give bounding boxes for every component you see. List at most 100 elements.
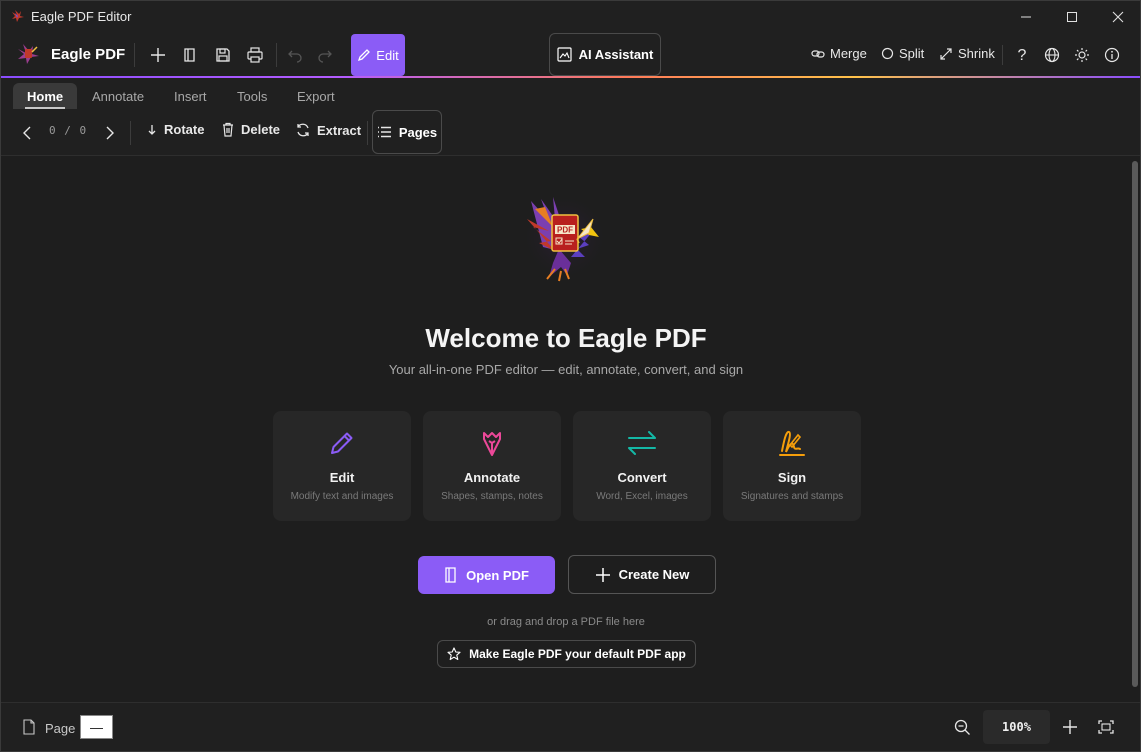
zoom-level[interactable]: 100% bbox=[983, 710, 1050, 744]
info-icon bbox=[1104, 47, 1120, 63]
page-counter: 0 / 0 bbox=[49, 124, 87, 137]
card-description: Word, Excel, images bbox=[596, 491, 688, 502]
feature-card-convert[interactable]: Convert Word, Excel, images bbox=[573, 411, 711, 521]
question-icon: ? bbox=[1017, 47, 1027, 64]
pages-panel-button[interactable]: Pages bbox=[372, 110, 442, 154]
set-default-label: Make Eagle PDF your default PDF app bbox=[469, 647, 686, 661]
card-description: Modify text and images bbox=[290, 491, 394, 502]
new-document-button[interactable] bbox=[145, 43, 171, 67]
edit-mode-button[interactable]: Edit bbox=[351, 34, 405, 76]
language-button[interactable] bbox=[1039, 43, 1065, 67]
star-icon bbox=[447, 647, 461, 661]
minimize-button[interactable] bbox=[1003, 1, 1049, 33]
current-page: 0 bbox=[49, 124, 57, 137]
delete-button[interactable]: Delete bbox=[221, 122, 280, 137]
card-title: Edit bbox=[329, 470, 355, 485]
rotate-label: Rotate bbox=[164, 122, 205, 137]
toolbar-divider bbox=[1002, 45, 1003, 65]
set-default-app-button[interactable]: Make Eagle PDF your default PDF app bbox=[437, 640, 696, 668]
zoom-out-icon bbox=[954, 719, 971, 736]
tab-annotate[interactable]: Annotate bbox=[78, 83, 158, 109]
merge-button[interactable]: Merge bbox=[811, 46, 867, 61]
toolbar-divider bbox=[276, 43, 277, 67]
ai-image-icon bbox=[557, 47, 572, 62]
fit-page-button[interactable] bbox=[1096, 717, 1116, 737]
page-document-icon bbox=[19, 717, 39, 737]
rotate-button[interactable]: Rotate bbox=[146, 122, 204, 137]
split-button[interactable]: Split bbox=[881, 46, 924, 61]
globe-icon bbox=[1044, 47, 1060, 63]
extract-label: Extract bbox=[317, 122, 362, 138]
shrink-button[interactable]: Shrink bbox=[939, 46, 995, 61]
save-button[interactable] bbox=[210, 43, 236, 67]
scrollbar-thumb[interactable] bbox=[1132, 161, 1138, 687]
open-pdf-label: Open PDF bbox=[466, 567, 529, 583]
welcome-title: Welcome to Eagle PDF bbox=[425, 323, 707, 353]
create-new-label: Create New bbox=[618, 567, 690, 582]
arrows-exchange-icon bbox=[626, 427, 658, 459]
card-title: Convert bbox=[617, 470, 667, 485]
shrink-label: Shrink bbox=[958, 46, 995, 61]
eagle-logo-icon bbox=[15, 41, 41, 67]
next-page-button[interactable] bbox=[97, 121, 123, 145]
open-file-icon bbox=[444, 567, 458, 583]
circle-icon bbox=[881, 47, 894, 60]
total-pages: 0 bbox=[79, 124, 88, 137]
pencil-icon bbox=[357, 48, 371, 62]
close-window-button[interactable] bbox=[1095, 1, 1141, 33]
about-button[interactable] bbox=[1099, 43, 1125, 67]
feature-card-annotate[interactable]: Annotate Shapes, stamps, notes bbox=[423, 411, 561, 521]
pages-label: Pages bbox=[398, 124, 438, 140]
delete-label: Delete bbox=[241, 122, 281, 137]
open-pdf-button[interactable]: Open PDF bbox=[418, 556, 555, 594]
link-icon bbox=[811, 47, 825, 61]
redo-button[interactable] bbox=[312, 43, 338, 67]
app-eagle-icon bbox=[10, 8, 26, 24]
card-description: Signatures and stamps bbox=[740, 491, 844, 502]
feature-card-edit[interactable]: Edit Modify text and images bbox=[273, 411, 411, 521]
signature-icon bbox=[776, 427, 808, 459]
tab-insert[interactable]: Insert bbox=[160, 83, 221, 109]
ribbon-divider bbox=[367, 121, 368, 145]
zoom-in-button[interactable] bbox=[1060, 717, 1080, 737]
ribbon-divider bbox=[130, 121, 131, 145]
tab-tools[interactable]: Tools bbox=[223, 83, 281, 109]
pencil-icon bbox=[326, 427, 358, 459]
print-button[interactable] bbox=[242, 43, 268, 67]
feature-card-sign[interactable]: Sign Signatures and stamps bbox=[723, 411, 861, 521]
extract-button[interactable]: Extract bbox=[295, 122, 361, 138]
trash-icon bbox=[221, 122, 235, 137]
create-new-button[interactable]: Create New bbox=[568, 555, 716, 594]
maximize-button[interactable] bbox=[1049, 1, 1095, 33]
page-number-input[interactable]: — bbox=[80, 715, 113, 739]
undo-button[interactable] bbox=[282, 43, 308, 67]
split-label: Split bbox=[899, 46, 925, 61]
ai-assistant-label: AI Assistant bbox=[578, 47, 654, 62]
theme-toggle-button[interactable] bbox=[1069, 43, 1095, 67]
sun-icon bbox=[1074, 47, 1090, 63]
card-description: Shapes, stamps, notes bbox=[441, 491, 543, 502]
pen-nib-icon bbox=[476, 427, 508, 459]
ai-assistant-button[interactable]: AI Assistant bbox=[549, 33, 661, 76]
welcome-subtitle: Your all-in-one PDF editor — edit, annot… bbox=[388, 362, 744, 377]
chevron-left-icon bbox=[22, 126, 32, 140]
tab-export[interactable]: Export bbox=[283, 83, 349, 109]
card-title: Sign bbox=[777, 470, 807, 485]
tab-home[interactable]: Home bbox=[13, 83, 78, 109]
open-file-button[interactable] bbox=[177, 43, 203, 67]
drag-drop-hint: or drag and drop a PDF file here bbox=[487, 616, 645, 628]
chevron-right-icon bbox=[105, 126, 115, 140]
previous-page-button[interactable] bbox=[14, 121, 40, 145]
card-title: Annotate bbox=[463, 470, 521, 485]
list-icon bbox=[377, 126, 392, 138]
rotate-arrow-icon bbox=[146, 123, 158, 137]
title-bar: Eagle PDF Editor bbox=[1, 1, 1140, 33]
zoom-out-button[interactable] bbox=[952, 717, 972, 737]
eagle-pdf-hero-logo: PDF bbox=[519, 191, 611, 283]
toolbar-divider bbox=[134, 43, 135, 67]
help-button[interactable]: ? bbox=[1009, 44, 1035, 68]
brand-name: Eagle PDF bbox=[51, 46, 126, 63]
logo-pdf-text: PDF bbox=[557, 226, 573, 235]
diagonal-arrows-icon bbox=[939, 47, 953, 61]
edit-mode-label: Edit bbox=[376, 47, 399, 63]
